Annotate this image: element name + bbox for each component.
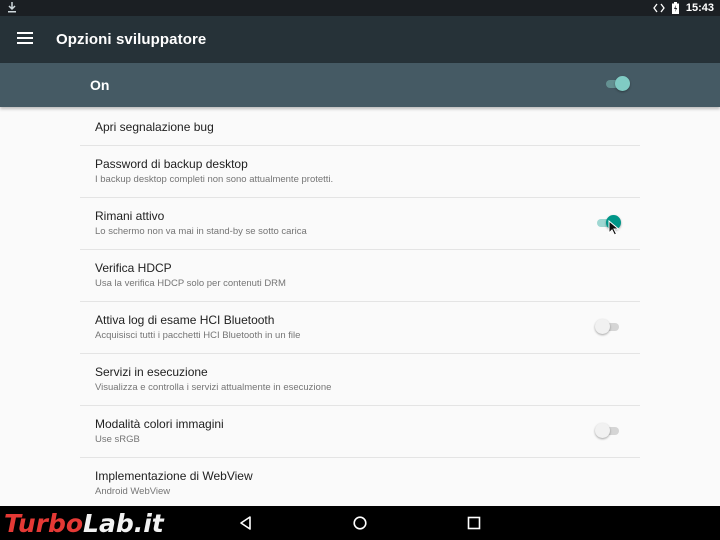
setting-title: Apri segnalazione bug bbox=[95, 120, 214, 134]
setting-bluetooth-hci-log[interactable]: Attiva log di esame HCI Bluetooth Acquis… bbox=[80, 302, 640, 354]
picture-color-mode-toggle[interactable] bbox=[595, 423, 621, 439]
battery-icon bbox=[671, 2, 679, 14]
setting-title: Attiva log di esame HCI Bluetooth bbox=[95, 313, 275, 327]
setting-title: Rimani attivo bbox=[95, 209, 165, 223]
setting-stay-awake[interactable]: Rimani attivo Lo schermo non va mai in s… bbox=[80, 198, 640, 250]
watermark-part2: Lab.it bbox=[83, 509, 164, 538]
app-bar: Opzioni sviluppatore bbox=[0, 16, 720, 63]
master-switch-toggle[interactable] bbox=[604, 76, 630, 92]
watermark-part1: Turbo bbox=[4, 509, 84, 538]
navigation-bar: TurboLab.it bbox=[0, 506, 720, 540]
menu-icon[interactable] bbox=[17, 32, 33, 46]
recents-icon[interactable] bbox=[466, 515, 482, 531]
bluetooth-hci-log-toggle[interactable] bbox=[595, 319, 621, 335]
home-icon[interactable] bbox=[352, 515, 368, 531]
page-title: Opzioni sviluppatore bbox=[56, 31, 207, 48]
setting-webview-implementation[interactable]: Implementazione di WebView Android WebVi… bbox=[80, 458, 640, 509]
setting-desktop-backup-password[interactable]: Password di backup desktop I backup desk… bbox=[80, 146, 640, 198]
setting-subtitle: Use sRGB bbox=[95, 434, 140, 445]
back-icon[interactable] bbox=[238, 515, 254, 531]
setting-title: Verifica HDCP bbox=[95, 261, 172, 275]
download-icon bbox=[8, 2, 16, 13]
setting-subtitle: Usa la verifica HDCP solo per contenuti … bbox=[95, 278, 286, 289]
setting-subtitle: Acquisisci tutti i pacchetti HCI Bluetoo… bbox=[95, 330, 301, 341]
setting-title: Modalità colori immagini bbox=[95, 417, 224, 431]
stay-awake-toggle[interactable] bbox=[595, 215, 621, 231]
master-switch-bar[interactable]: On bbox=[0, 63, 720, 107]
setting-title: Implementazione di WebView bbox=[95, 469, 253, 483]
setting-subtitle: Lo schermo non va mai in stand-by se sot… bbox=[95, 226, 307, 237]
master-switch-label: On bbox=[90, 77, 110, 93]
setting-title: Password di backup desktop bbox=[95, 157, 248, 171]
setting-subtitle: Visualizza e controlla i servizi attualm… bbox=[95, 382, 332, 393]
setting-running-services[interactable]: Servizi in esecuzione Visualizza e contr… bbox=[80, 354, 640, 406]
setting-subtitle: Android WebView bbox=[95, 486, 171, 497]
setting-subtitle: I backup desktop completi non sono attua… bbox=[95, 174, 334, 185]
setting-bug-report[interactable]: Apri segnalazione bug bbox=[80, 107, 640, 146]
status-bar: 15:43 bbox=[0, 0, 720, 16]
setting-picture-color-mode[interactable]: Modalità colori immagini Use sRGB bbox=[80, 406, 640, 458]
setting-hdcp-check[interactable]: Verifica HDCP Usa la verifica HDCP solo … bbox=[80, 250, 640, 302]
setting-title: Servizi in esecuzione bbox=[95, 365, 208, 379]
settings-list: Apri segnalazione bug Password di backup… bbox=[80, 107, 640, 509]
data-transfer-icon bbox=[653, 3, 665, 13]
watermark-logo: TurboLab.it bbox=[4, 509, 164, 539]
status-time: 15:43 bbox=[685, 2, 714, 14]
status-icons: 15:43 bbox=[653, 1, 714, 15]
